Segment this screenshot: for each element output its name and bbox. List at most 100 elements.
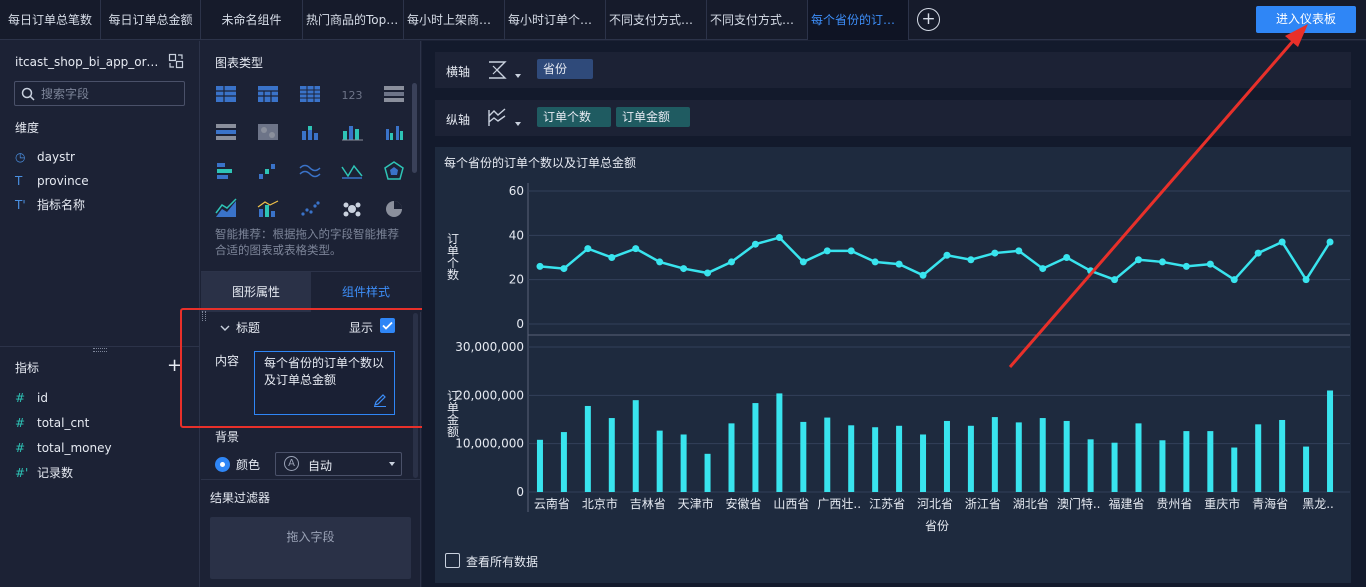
field-search-box[interactable]	[14, 81, 185, 106]
switch-datasource-icon[interactable]	[168, 53, 184, 69]
x-tick-label: 吉林省	[630, 497, 666, 511]
column-chart-icon[interactable]	[339, 121, 365, 143]
tab-component-6[interactable]: 每小时订单个数...	[505, 0, 606, 40]
x-axis-field-pill[interactable]: 省份	[537, 59, 593, 79]
table-chart-icon[interactable]	[213, 83, 239, 105]
tab-component-4[interactable]: 热门商品的Top10	[303, 0, 404, 40]
line-point	[1254, 249, 1262, 257]
x-tick-label: 北京市	[582, 496, 618, 511]
drag-handle[interactable]	[202, 311, 206, 321]
stacked-bar-icon[interactable]	[297, 121, 323, 143]
dimension-field-0[interactable]: ◷ daystr	[15, 148, 75, 166]
line-point	[632, 245, 640, 253]
bar-mark	[1207, 431, 1214, 492]
metric-field-2[interactable]: # total_money	[15, 439, 112, 457]
kpi-number-icon[interactable]: 123	[339, 83, 365, 105]
bar-mark	[848, 425, 855, 492]
show-title-label: 显示	[349, 321, 374, 335]
map-chart-icon[interactable]	[255, 121, 281, 143]
waterfall-chart-icon[interactable]	[255, 160, 281, 182]
y-axis-field-pill-count[interactable]: 订单个数	[537, 107, 611, 127]
line-chart-icon[interactable]	[297, 160, 323, 182]
tab-component-9[interactable]: 每个省份的订单...	[808, 0, 909, 40]
y-axis-field-pill-amount[interactable]: 订单金额	[616, 107, 690, 127]
title-content-label: 内容	[215, 354, 240, 368]
tab-component-8[interactable]: 不同支付方式的...	[707, 0, 808, 40]
color-label: 颜色	[236, 458, 261, 472]
auto-color-icon: A	[284, 456, 299, 471]
number-type-icon: #	[15, 416, 26, 430]
bar-y-tick-label: 0	[516, 485, 524, 499]
bar-mark	[680, 434, 687, 492]
combo-line-icon[interactable]	[339, 160, 365, 182]
chart-type-scrollbar[interactable]	[412, 83, 417, 173]
chart-canvas[interactable]: 0204060010,000,00020,000,00030,000,000订单…	[435, 147, 1351, 547]
add-metric-button[interactable]: +	[167, 357, 182, 375]
tab-component-7[interactable]: 不同支付方式的...	[606, 0, 707, 40]
line-point	[895, 260, 903, 268]
search-icon	[21, 87, 35, 101]
line-point	[751, 240, 759, 248]
x-tick-label: 贵州省	[1156, 497, 1192, 511]
chevron-down-icon[interactable]	[219, 322, 231, 334]
datasource-name[interactable]: itcast_shop_bi_app_orde...	[15, 55, 165, 69]
cross-table-icon[interactable]	[255, 83, 281, 105]
tab-component-1[interactable]: 每日订单总笔数	[0, 0, 101, 40]
filter-divider	[201, 479, 421, 480]
field-label: daystr	[37, 150, 75, 164]
x-tick-label: 天津市	[678, 496, 714, 511]
resize-handle[interactable]	[93, 348, 107, 352]
chevron-down-icon[interactable]	[515, 122, 521, 126]
tab-component-style[interactable]: 组件样式	[311, 272, 421, 312]
y-axis-shelf: 纵轴 订单个数 订单金额	[435, 100, 1351, 136]
filter-drop-zone[interactable]: 拖入字段	[210, 517, 411, 579]
bar-mark	[824, 417, 831, 492]
area-chart-icon[interactable]	[213, 198, 239, 220]
detail-table-icon[interactable]	[297, 83, 323, 105]
dimension-field-1[interactable]: Tprovince	[15, 172, 89, 190]
edit-pencil-icon[interactable]	[373, 393, 387, 407]
radar-chart-icon[interactable]	[381, 160, 407, 182]
bar-mark	[1327, 390, 1334, 492]
show-title-checkbox[interactable]	[380, 318, 395, 333]
clock-icon: ◷	[15, 150, 26, 164]
metric-field-1[interactable]: # total_cnt	[15, 414, 89, 432]
bubble-chart-icon[interactable]	[339, 198, 365, 220]
y-axis-sort-icon[interactable]	[487, 108, 509, 128]
x-tick-label: 江苏省	[869, 497, 905, 511]
bar-mark	[1135, 423, 1142, 492]
property-scrollbar[interactable]	[413, 313, 418, 478]
grouped-column-icon[interactable]	[381, 121, 407, 143]
number-type-icon: #'	[15, 466, 29, 480]
enter-dashboard-button[interactable]: 进入仪表板	[1256, 6, 1356, 33]
line-point	[1135, 256, 1142, 264]
color-radio[interactable]	[215, 457, 230, 472]
list-card-icon[interactable]	[381, 83, 407, 105]
tab-component-3[interactable]: 未命名组件	[201, 0, 303, 40]
text-type-icon: T	[15, 174, 23, 188]
color-select[interactable]: A 自动	[275, 452, 402, 476]
tab-component-2[interactable]: 每日订单总金额	[101, 0, 201, 40]
progress-table-icon[interactable]	[213, 121, 239, 143]
component-tab-bar: 每日订单总笔数 每日订单总金额 未命名组件 热门商品的Top10 每小时上架商品... 每…	[0, 0, 1366, 40]
dimension-field-2[interactable]: T' 指标名称	[15, 196, 85, 214]
bar-chart-icon[interactable]	[213, 160, 239, 182]
tab-component-5[interactable]: 每小时上架商品...	[404, 0, 505, 40]
scatter-chart-icon[interactable]	[297, 198, 323, 220]
metric-field-3[interactable]: #' 记录数	[15, 464, 73, 482]
metric-field-0[interactable]: # id	[15, 389, 48, 407]
bar-mark	[896, 425, 903, 492]
bar-y-tick-label: 30,000,000	[455, 340, 524, 354]
add-tab-button[interactable]: +	[917, 8, 940, 31]
x-tick-label: 重庆市	[1204, 496, 1240, 511]
x-axis-sort-icon[interactable]	[487, 60, 509, 80]
bar-line-combo-icon[interactable]	[255, 198, 281, 220]
line-point	[967, 256, 975, 264]
chevron-down-icon[interactable]	[515, 74, 521, 78]
x-axis-shelf: 横轴 省份	[435, 52, 1351, 88]
field-label: total_money	[37, 441, 112, 455]
show-all-data-checkbox[interactable]	[445, 553, 460, 568]
pie-chart-icon[interactable]	[381, 198, 407, 220]
tab-shape-properties[interactable]: 图形属性	[201, 272, 311, 312]
field-search-input[interactable]	[41, 85, 179, 102]
